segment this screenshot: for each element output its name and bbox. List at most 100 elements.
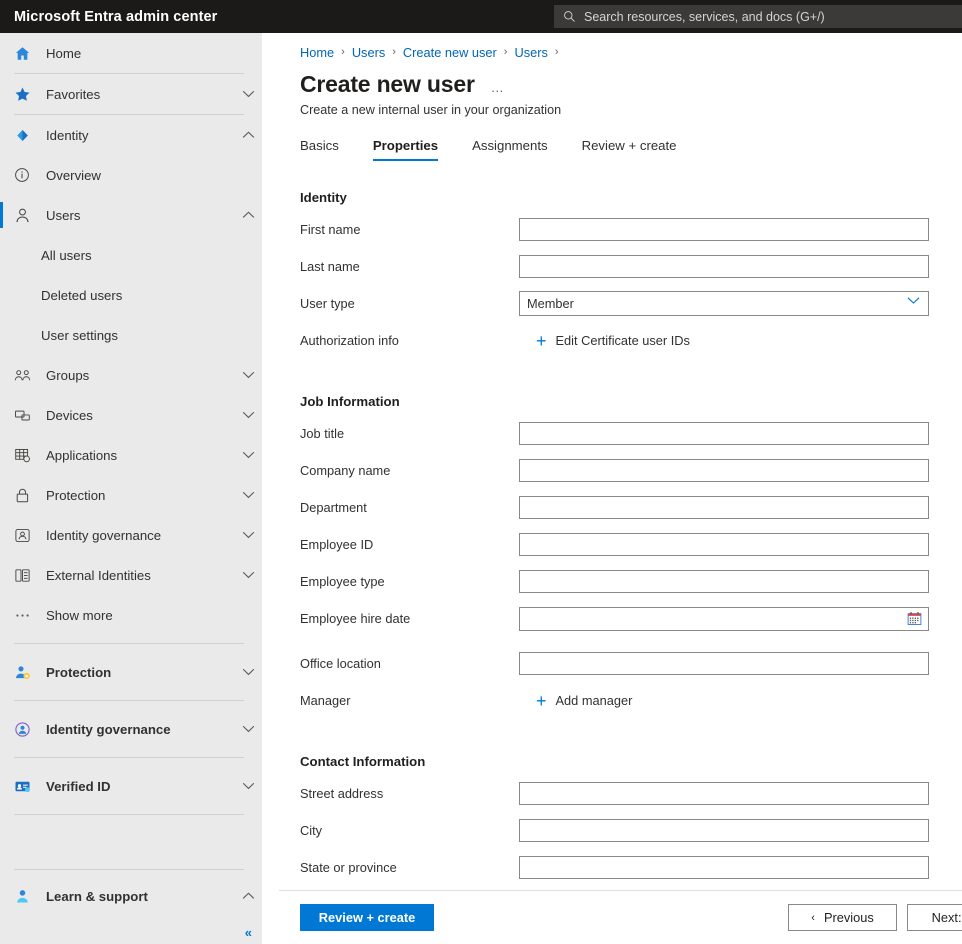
state-or-province-input[interactable]: [519, 856, 929, 879]
tab-basics[interactable]: Basics: [300, 138, 339, 161]
top-header-bar: Microsoft Entra admin center Search reso…: [0, 0, 962, 33]
field-label: Employee hire date: [300, 611, 411, 626]
info-circle-icon: [14, 165, 36, 185]
breadcrumb-separator: ›: [341, 46, 345, 58]
office-location-input[interactable]: [519, 652, 929, 675]
sidebar-item-all-users[interactable]: All users: [0, 235, 262, 275]
sidebar-item-deleted-users[interactable]: Deleted users: [0, 275, 262, 315]
sidebar-item-verified-id[interactable]: Verified ID: [0, 766, 262, 806]
sidebar-item-label: Groups: [46, 367, 90, 383]
groups-icon: [14, 365, 36, 385]
review-create-button[interactable]: Review + create: [300, 904, 434, 931]
chevron-down-icon[interactable]: [234, 90, 262, 98]
star-icon: [14, 84, 36, 104]
field-row-employee-hire-date: Employee hire date: [300, 600, 962, 637]
employee-type-input[interactable]: [519, 570, 929, 593]
edit-certificate-user-ids-button[interactable]: + Edit Certificate user IDs: [536, 332, 962, 350]
chevron-down-icon[interactable]: [234, 725, 262, 733]
sidebar-item-label: Identity: [46, 127, 89, 143]
breadcrumb-link-users-2[interactable]: Users: [514, 45, 547, 60]
chevron-down-icon[interactable]: [234, 491, 262, 499]
chevron-down-icon[interactable]: [234, 371, 262, 379]
sidebar-item-label: Applications: [46, 447, 118, 463]
sidebar-item-groups[interactable]: Groups: [0, 355, 262, 395]
field-label: Manager: [300, 693, 351, 708]
sidebar-item-identity-governance-group[interactable]: Identity governance: [0, 709, 262, 749]
breadcrumb-link-create-new-user[interactable]: Create new user: [403, 45, 497, 60]
sidebar-item-label: Show more: [46, 607, 113, 623]
chevron-down-icon[interactable]: [234, 451, 262, 459]
first-name-input[interactable]: [519, 218, 929, 241]
add-manager-label: Add manager: [555, 693, 633, 708]
sidebar-item-external-identities[interactable]: External Identities: [0, 555, 262, 595]
sidebar-item-learn-support[interactable]: Learn & support: [0, 876, 262, 916]
sidebar-item-favorites[interactable]: Favorites: [0, 74, 262, 114]
tab-assignments[interactable]: Assignments: [472, 138, 548, 161]
department-input[interactable]: [519, 496, 929, 519]
chevron-up-icon[interactable]: [234, 131, 262, 139]
sidebar-item-users[interactable]: Users: [0, 195, 262, 235]
sidebar-item-label: Favorites: [46, 86, 101, 102]
previous-button[interactable]: ‹ Previous: [788, 904, 897, 931]
job-title-input[interactable]: [519, 422, 929, 445]
chevron-up-icon[interactable]: [234, 211, 262, 219]
sidebar-subitem-label: User settings: [41, 327, 118, 343]
employee-id-input[interactable]: [519, 533, 929, 556]
sidebar-item-protection-group[interactable]: Protection: [0, 652, 262, 692]
breadcrumb: Home › Users › Create new user › Users ›: [300, 42, 962, 62]
next-assignments-button[interactable]: Next: Assignments ›: [907, 904, 962, 931]
identity-diamond-icon: [14, 125, 36, 145]
lock-icon: [14, 485, 36, 505]
identity-governance-color-icon: [14, 719, 36, 739]
sidebar-item-protection[interactable]: Protection: [0, 475, 262, 515]
sidebar-item-identity[interactable]: Identity: [0, 115, 262, 155]
sidebar-item-label: External Identities: [46, 567, 151, 583]
breadcrumb-separator: ›: [392, 46, 396, 58]
last-name-input[interactable]: [519, 255, 929, 278]
page-title-row: Create new user …: [300, 71, 962, 98]
field-row-manager: Manager + Add manager: [300, 682, 962, 719]
sidebar-item-applications[interactable]: Applications: [0, 435, 262, 475]
calendar-icon[interactable]: [907, 611, 922, 626]
user-type-select[interactable]: Member: [519, 291, 929, 316]
employee-hire-date-input[interactable]: [519, 606, 929, 631]
tab-review-create[interactable]: Review + create: [582, 138, 677, 161]
sidebar-item-label: Identity governance: [46, 527, 162, 543]
sidebar-item-label: Devices: [46, 407, 93, 423]
breadcrumb-link-home[interactable]: Home: [300, 45, 334, 60]
page-subtitle: Create a new internal user in your organ…: [300, 103, 562, 117]
chevron-down-icon[interactable]: [234, 782, 262, 790]
chevron-up-icon[interactable]: [234, 892, 262, 900]
wizard-action-bar: Review + create ‹ Previous Next: Assignm…: [279, 890, 962, 944]
field-row-last-name: Last name: [300, 248, 962, 285]
sidebar-item-devices[interactable]: Devices: [0, 395, 262, 435]
sidebar-item-overview[interactable]: Overview: [0, 155, 262, 195]
street-address-input[interactable]: [519, 782, 929, 805]
global-search-box[interactable]: Search resources, services, and docs (G+…: [554, 5, 962, 28]
sidebar-item-identity-governance[interactable]: Identity governance: [0, 515, 262, 555]
add-manager-button[interactable]: + Add manager: [536, 692, 962, 710]
city-input[interactable]: [519, 819, 929, 842]
page-more-menu-icon[interactable]: …: [491, 74, 506, 95]
chevron-left-icon: ‹: [811, 911, 815, 924]
sidebar-item-show-more[interactable]: Show more: [0, 595, 262, 635]
chevron-down-icon[interactable]: [234, 571, 262, 579]
app-brand-title: Microsoft Entra admin center: [14, 8, 218, 25]
chevron-down-icon[interactable]: [234, 668, 262, 676]
breadcrumb-link-users[interactable]: Users: [352, 45, 385, 60]
next-button-label: Next: Assignments: [931, 910, 962, 925]
governance-badge-icon: [14, 525, 36, 545]
chevron-down-icon[interactable]: [234, 531, 262, 539]
collapse-sidebar-button[interactable]: «: [245, 925, 252, 940]
sidebar-item-home[interactable]: Home: [0, 33, 262, 73]
field-label: First name: [300, 222, 361, 237]
form-scroll-region: Home › Users › Create new user › Users ›…: [279, 33, 962, 890]
company-name-input[interactable]: [519, 459, 929, 482]
sidebar-item-label: Learn & support: [46, 888, 148, 904]
chevron-down-icon[interactable]: [234, 411, 262, 419]
applications-grid-icon: [14, 445, 36, 465]
tab-properties[interactable]: Properties: [372, 138, 439, 161]
plus-icon: +: [536, 330, 547, 351]
field-row-city: City: [300, 812, 962, 849]
sidebar-item-user-settings[interactable]: User settings: [0, 315, 262, 355]
